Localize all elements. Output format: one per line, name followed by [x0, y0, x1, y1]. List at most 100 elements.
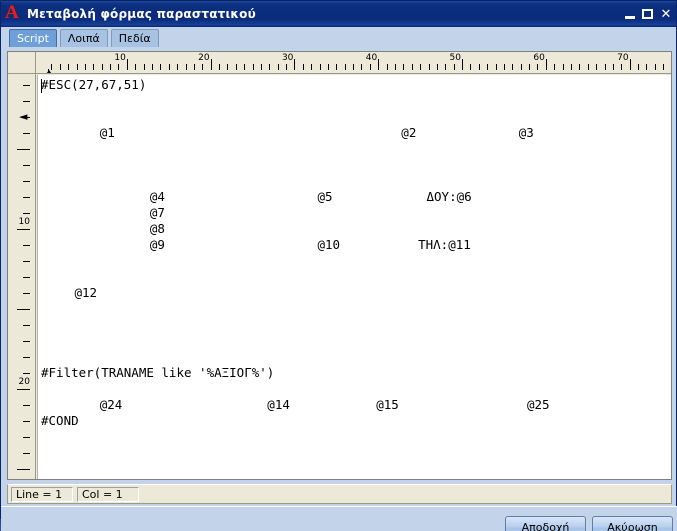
ruler-minor-tick — [151, 64, 153, 70]
ruler-label: 10 — [114, 53, 126, 63]
vruler-minor-tick — [23, 293, 30, 294]
ruler-minor-tick — [562, 64, 564, 70]
status-bar: Line = 1 Col = 1 — [7, 484, 672, 504]
minimize-button[interactable] — [622, 7, 638, 22]
ruler-minor-tick — [252, 64, 254, 70]
tab-script[interactable]: Script — [9, 29, 57, 47]
vruler-minor-tick — [23, 341, 30, 342]
ruler-minor-tick — [369, 64, 371, 70]
ruler-minor-tick — [193, 64, 195, 70]
script-line: @4 — [149, 189, 165, 204]
vruler-major-tick — [17, 389, 30, 390]
ruler-minor-tick — [244, 64, 246, 70]
ruler-minor-tick — [277, 64, 279, 70]
ruler-minor-tick — [202, 64, 204, 70]
vruler-minor-tick — [23, 437, 30, 438]
ruler-minor-tick — [177, 64, 179, 70]
window-title: Μεταβολή φόρμας παραστατικού — [27, 7, 256, 21]
current-line-arrow-icon: ◄ — [19, 110, 28, 123]
vruler-minor-tick — [23, 245, 30, 246]
ruler-major-tick — [126, 59, 128, 70]
ruler-minor-tick — [76, 64, 78, 70]
ruler-minor-tick — [587, 64, 589, 70]
ruler-label: 40 — [365, 53, 378, 63]
ruler-major-tick — [545, 59, 547, 70]
indent-marker-icon[interactable] — [44, 70, 54, 73]
ruler-minor-tick — [512, 64, 514, 70]
vruler-minor-tick — [23, 261, 30, 262]
ruler-major-tick — [378, 59, 380, 70]
ruler-minor-tick — [84, 64, 86, 70]
close-button[interactable]: ✕ — [658, 7, 674, 22]
script-line: @8 — [149, 221, 165, 236]
vruler-minor-tick — [23, 277, 30, 278]
ruler-minor-tick — [269, 64, 271, 70]
vruler-minor-tick — [23, 133, 30, 134]
script-line: #COND — [41, 413, 79, 428]
vruler-label: 20 — [18, 377, 30, 387]
ruler-minor-tick — [428, 64, 430, 70]
ruler-minor-tick — [503, 64, 505, 70]
tab-pedia[interactable]: Πεδία — [110, 29, 159, 47]
tab-loipa[interactable]: Λοιπά — [59, 29, 108, 47]
script-token: ΤΗΛ:@11 — [418, 237, 471, 252]
vruler-major-tick — [17, 229, 30, 230]
status-line-indicator: Line = 1 — [11, 486, 73, 502]
ruler-corner — [8, 52, 36, 74]
ruler-minor-tick — [445, 64, 447, 70]
dialog-button-bar: Αποδοχή Ακύρωση — [1, 506, 677, 531]
ruler-minor-tick — [353, 64, 355, 70]
script-text-area[interactable]: #ESC(27,67,51) @1 @4 @7 @8 @9 @12 #Filter(TRANA… — [37, 75, 671, 479]
script-token: @3 — [518, 125, 534, 140]
horizontal-ruler[interactable]: 10 20 30 40 50 60 70 — [36, 52, 671, 74]
ruler-minor-tick — [286, 64, 287, 70]
ruler-minor-tick — [135, 64, 137, 70]
vruler-major-tick — [17, 469, 30, 470]
maximize-button[interactable] — [640, 7, 656, 22]
dialog-window: A Μεταβολή φόρμας παραστατικού ✕ Script … — [0, 0, 677, 531]
vruler-minor-tick — [23, 357, 30, 358]
ruler-label: 20 — [198, 53, 210, 63]
cancel-button[interactable]: Ακύρωση — [592, 516, 673, 531]
ruler-minor-tick — [51, 64, 53, 70]
ruler-minor-tick — [302, 64, 304, 70]
tab-strip: Script Λοιπά Πεδία — [1, 29, 677, 51]
vertical-ruler[interactable]: 10 20 — [8, 74, 36, 479]
script-token: @2 — [401, 125, 417, 140]
ruler-minor-tick — [570, 64, 572, 70]
script-editor: 10 20 30 40 50 60 70 10 20 #ESC(27,67,51) @1 @4 @7… — [7, 51, 672, 480]
script-line: @12 — [74, 285, 98, 300]
title-bar[interactable]: A Μεταβολή φόρμας παραστατικού ✕ — [1, 1, 676, 27]
ruler-minor-tick — [344, 64, 346, 70]
vruler-minor-tick — [23, 101, 30, 102]
vruler-minor-tick — [23, 197, 30, 198]
status-col-indicator: Col = 1 — [77, 486, 139, 502]
ruler-minor-tick — [529, 64, 530, 70]
ruler-minor-tick — [336, 64, 338, 70]
ruler-minor-tick — [554, 64, 556, 70]
ruler-minor-tick — [596, 64, 598, 70]
ruler-minor-tick — [227, 64, 229, 70]
ruler-minor-tick — [453, 64, 455, 70]
indent-marker-stem — [48, 69, 49, 73]
ruler-minor-tick — [235, 64, 237, 70]
ruler-label: 70 — [617, 53, 629, 63]
script-token: @10 — [317, 237, 341, 252]
ruler-minor-tick — [168, 64, 170, 70]
ruler-minor-tick — [411, 64, 413, 70]
accept-button[interactable]: Αποδοχή — [505, 516, 586, 531]
minimize-icon — [625, 15, 635, 19]
ruler-minor-tick — [319, 64, 321, 70]
ruler-minor-tick — [495, 64, 497, 70]
ruler-minor-tick — [361, 64, 363, 70]
client-area: Script Λοιπά Πεδία 10 20 30 40 50 60 70 10 20 #… — [1, 27, 677, 531]
vruler-minor-tick — [23, 405, 30, 406]
script-line: @1 — [99, 125, 115, 140]
ruler-label: 60 — [533, 53, 545, 63]
script-token: ΔΟΥ:@6 — [426, 189, 472, 204]
ruler-minor-tick — [478, 64, 480, 70]
vruler-label: 10 — [18, 217, 30, 227]
vruler-major-tick — [17, 309, 30, 310]
vruler-minor-tick — [23, 453, 30, 454]
script-line: #ESC(27,67,51) — [41, 77, 147, 92]
